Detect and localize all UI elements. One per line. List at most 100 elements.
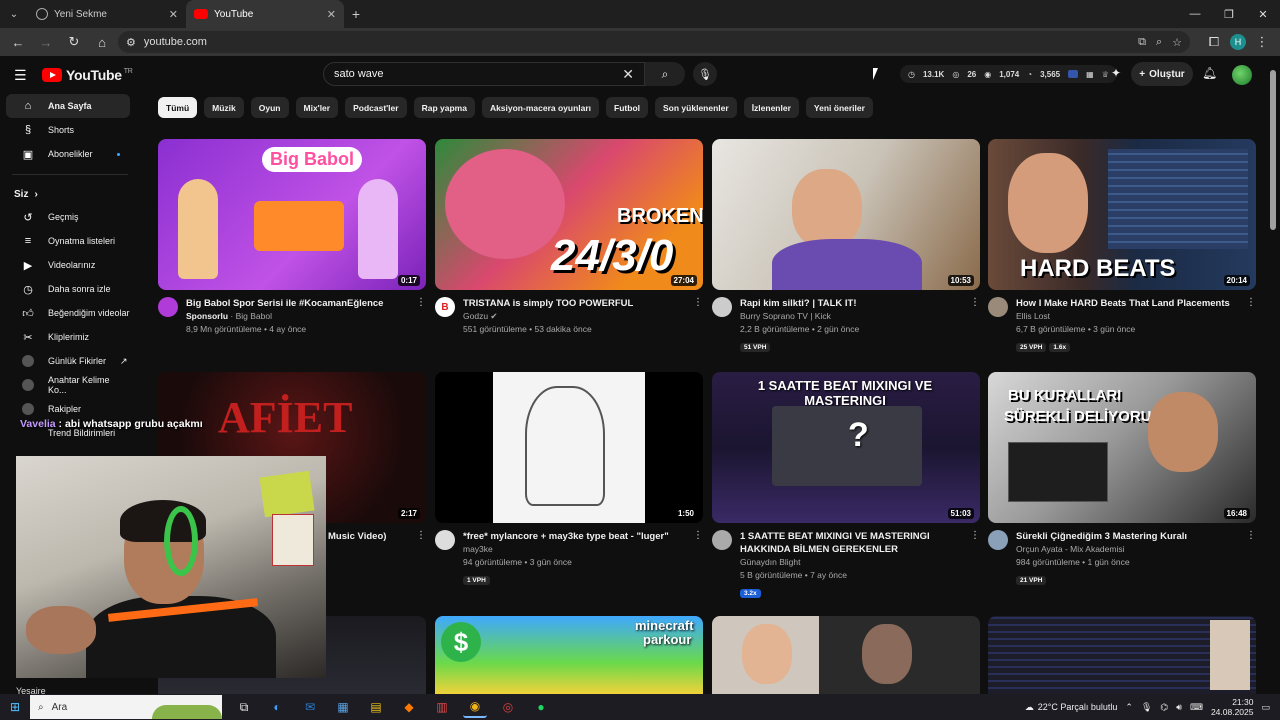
extension-puzzle-icon[interactable]: ✦ <box>1111 66 1121 80</box>
sidebar-heading-you[interactable]: Siz › <box>0 183 140 205</box>
sidebar-item-playlists[interactable]: ≡ Oynatma listeleri <box>6 229 130 253</box>
video-card[interactable]: 1:50 *free* mylancore + may3ke type beat… <box>435 372 703 587</box>
video-thumbnail[interactable] <box>988 616 1256 694</box>
video-card[interactable]: BROKEN 24/3/0 27:04 B TRISTANA is simply… <box>435 139 703 336</box>
tray-mic-icon[interactable]: 🎙 <box>1141 702 1152 713</box>
forward-icon[interactable]: → <box>34 30 58 54</box>
video-thumbnail[interactable]: Big Babol 0:17 <box>158 139 426 290</box>
youtube-logo[interactable]: YouTube TR <box>42 67 133 83</box>
notifications-icon[interactable]: ▭ <box>1261 702 1270 713</box>
channel-name[interactable]: Burry Soprano TV | Kick <box>740 310 962 323</box>
sidebar-item-home[interactable]: ⌂ Ana Sayfa <box>6 94 130 118</box>
video-title[interactable]: Sürekli Çiğnediğim 3 Mastering Kuralı <box>1016 530 1238 543</box>
account-avatar[interactable] <box>1232 65 1252 85</box>
channel-avatar[interactable]: B <box>435 297 455 317</box>
brave-icon[interactable]: ◆ <box>397 696 421 718</box>
outlook-icon[interactable]: ✉ <box>298 696 322 718</box>
site-info-icon[interactable]: ⚙ <box>126 36 136 49</box>
chip-music[interactable]: Müzik <box>204 97 244 118</box>
video-thumbnail[interactable]: 1 SAATTE BEAT MIXINGI VE MASTERINGI ? 51… <box>712 372 980 523</box>
keyboard-icon[interactable]: ⌨ <box>1190 702 1203 713</box>
page-scrollbar[interactable] <box>1270 60 1276 690</box>
sidebar-item-history[interactable]: ↺ Geçmiş <box>6 205 130 229</box>
chrome-icon[interactable]: ◉ <box>463 696 487 718</box>
notifications-bell-icon[interactable]: 🔔︎ <box>1202 66 1217 80</box>
channel-avatar[interactable] <box>712 297 732 317</box>
sidebar-item-anahtar-kelime[interactable]: Anahtar Kelime Ko... <box>6 373 130 397</box>
hamburger-menu-icon[interactable]: ☰ <box>14 67 34 84</box>
channel-name[interactable]: Ellis Lost <box>1016 310 1238 323</box>
chip-podcasts[interactable]: Podcast'ler <box>345 97 407 118</box>
video-card[interactable]: Big Babol 0:17 Big Babol Spor Serisi ile… <box>158 139 426 336</box>
reload-icon[interactable]: ↻ <box>62 30 86 54</box>
weather-widget[interactable]: ☁ 22°C Parçalı bulutlu <box>1025 702 1118 713</box>
close-icon[interactable]: ✕ <box>327 8 336 21</box>
chip-action-adventure[interactable]: Aksiyon-macera oyunları <box>481 97 600 118</box>
chip-mixes[interactable]: Mix'ler <box>295 97 339 118</box>
scrollbar-thumb[interactable] <box>1270 70 1276 230</box>
taskbar-search-input[interactable]: ⌕ Ara <box>30 695 222 719</box>
sidebar-item-liked-videos[interactable]: 👍︎ Beğendiğim videolar <box>6 301 130 325</box>
extension-stats[interactable]: ◷ 13.1K ◎ 26 ◉ 1,074 ◔ 3,565 ▦ ♕ <box>900 65 1117 83</box>
home-icon[interactable]: ⌂ <box>90 30 114 54</box>
channel-avatar[interactable] <box>712 530 732 550</box>
video-card[interactable]: HARD BEATS 20:14 How I Make HARD Beats T… <box>988 139 1256 354</box>
minimize-icon[interactable]: — <box>1178 8 1212 21</box>
more-options-icon[interactable]: ⋮ <box>693 530 703 587</box>
video-title[interactable]: *free* mylancore + may3ke type beat - "l… <box>463 530 685 543</box>
video-thumbnail[interactable]: $ minecraft parkour <box>435 616 703 694</box>
more-options-icon[interactable]: ⋮ <box>416 530 426 543</box>
back-icon[interactable]: ← <box>6 30 30 54</box>
new-tab-button[interactable]: + <box>344 6 368 22</box>
bookmark-star-icon[interactable]: ☆ <box>1172 36 1182 49</box>
spotify-icon[interactable]: ● <box>529 696 553 718</box>
video-title[interactable]: Music Video) <box>328 530 408 543</box>
video-title[interactable]: TRISTANA is simply TOO POWERFUL <box>463 297 685 310</box>
video-thumbnail[interactable]: BROKEN 24/3/0 27:04 <box>435 139 703 290</box>
channel-avatar[interactable] <box>988 297 1008 317</box>
create-button[interactable]: + Oluştur <box>1131 62 1193 86</box>
extensions-icon[interactable]: ⧠ <box>1202 30 1226 54</box>
url-field[interactable]: ⚙ youtube.com ⧉ ⌕ ☆ <box>118 31 1190 53</box>
video-thumbnail[interactable]: HARD BEATS 20:14 <box>988 139 1256 290</box>
channel-avatar[interactable] <box>988 530 1008 550</box>
browser-menu-icon[interactable]: ⋮ <box>1250 30 1274 54</box>
channel-avatar[interactable] <box>158 297 178 317</box>
search-input[interactable]: sato wave ✕ <box>323 62 645 86</box>
search-button[interactable]: ⌕ <box>645 62 685 86</box>
channel-name[interactable]: Godzu ✔ <box>463 310 685 323</box>
video-card[interactable]: BU KURALLARI SÜREKLİ DELİYORUM! 16:48 Sü… <box>988 372 1256 587</box>
video-title[interactable]: Rapi kim silkti? | TALK IT! <box>740 297 962 310</box>
restore-icon[interactable]: ❐ <box>1212 8 1246 21</box>
sidebar-item-your-videos[interactable]: ▶ Videolarınız <box>6 253 130 277</box>
tab-new-tab[interactable]: Yeni Sekme ✕ <box>28 0 186 28</box>
channel-name[interactable]: may3ke <box>463 543 685 556</box>
more-options-icon[interactable]: ⋮ <box>970 530 980 600</box>
more-options-icon[interactable]: ⋮ <box>416 297 426 336</box>
profile-avatar[interactable]: H <box>1230 34 1246 50</box>
volume-icon[interactable]: 🔊︎ <box>1176 702 1182 713</box>
chip-rap[interactable]: Rap yapma <box>413 97 475 118</box>
taskbar-clock[interactable]: 21:30 24.08.2025 <box>1211 697 1254 717</box>
sidebar-item-watch-later[interactable]: ◷ Daha sonra izle <box>6 277 130 301</box>
install-icon[interactable]: ⧉ <box>1138 36 1146 49</box>
sidebar-item-gunluk-fikirler[interactable]: Günlük Fikirler ↗ <box>6 349 130 373</box>
windows-start-icon[interactable]: ⊞ <box>0 700 30 714</box>
video-card[interactable]: 1 SAATTE BEAT MIXINGI VE MASTERINGI ? 51… <box>712 372 980 600</box>
clear-search-icon[interactable]: ✕ <box>622 66 634 83</box>
chip-recently-uploaded[interactable]: Son yüklenenler <box>655 97 737 118</box>
channel-name[interactable]: Günaydın Blight <box>740 556 962 569</box>
sidebar-item-shorts[interactable]: § Shorts <box>6 118 130 142</box>
video-thumbnail[interactable] <box>712 616 980 694</box>
chip-watched[interactable]: İzlenenler <box>743 97 799 118</box>
chip-all[interactable]: Tümü <box>158 97 198 118</box>
tab-search-icon[interactable]: ⌄ <box>0 0 28 28</box>
winrar-icon[interactable]: ▥ <box>430 696 454 718</box>
store-icon[interactable]: ▦ <box>331 696 355 718</box>
video-title[interactable]: How I Make HARD Beats That Land Placemen… <box>1016 297 1238 310</box>
more-options-icon[interactable]: ⋮ <box>1246 297 1256 354</box>
close-icon[interactable]: ✕ <box>169 8 178 21</box>
video-thumbnail[interactable]: BU KURALLARI SÜREKLİ DELİYORUM! 16:48 <box>988 372 1256 523</box>
fw-app-icon[interactable]: ▤ <box>364 696 388 718</box>
chip-football[interactable]: Futbol <box>606 97 649 118</box>
